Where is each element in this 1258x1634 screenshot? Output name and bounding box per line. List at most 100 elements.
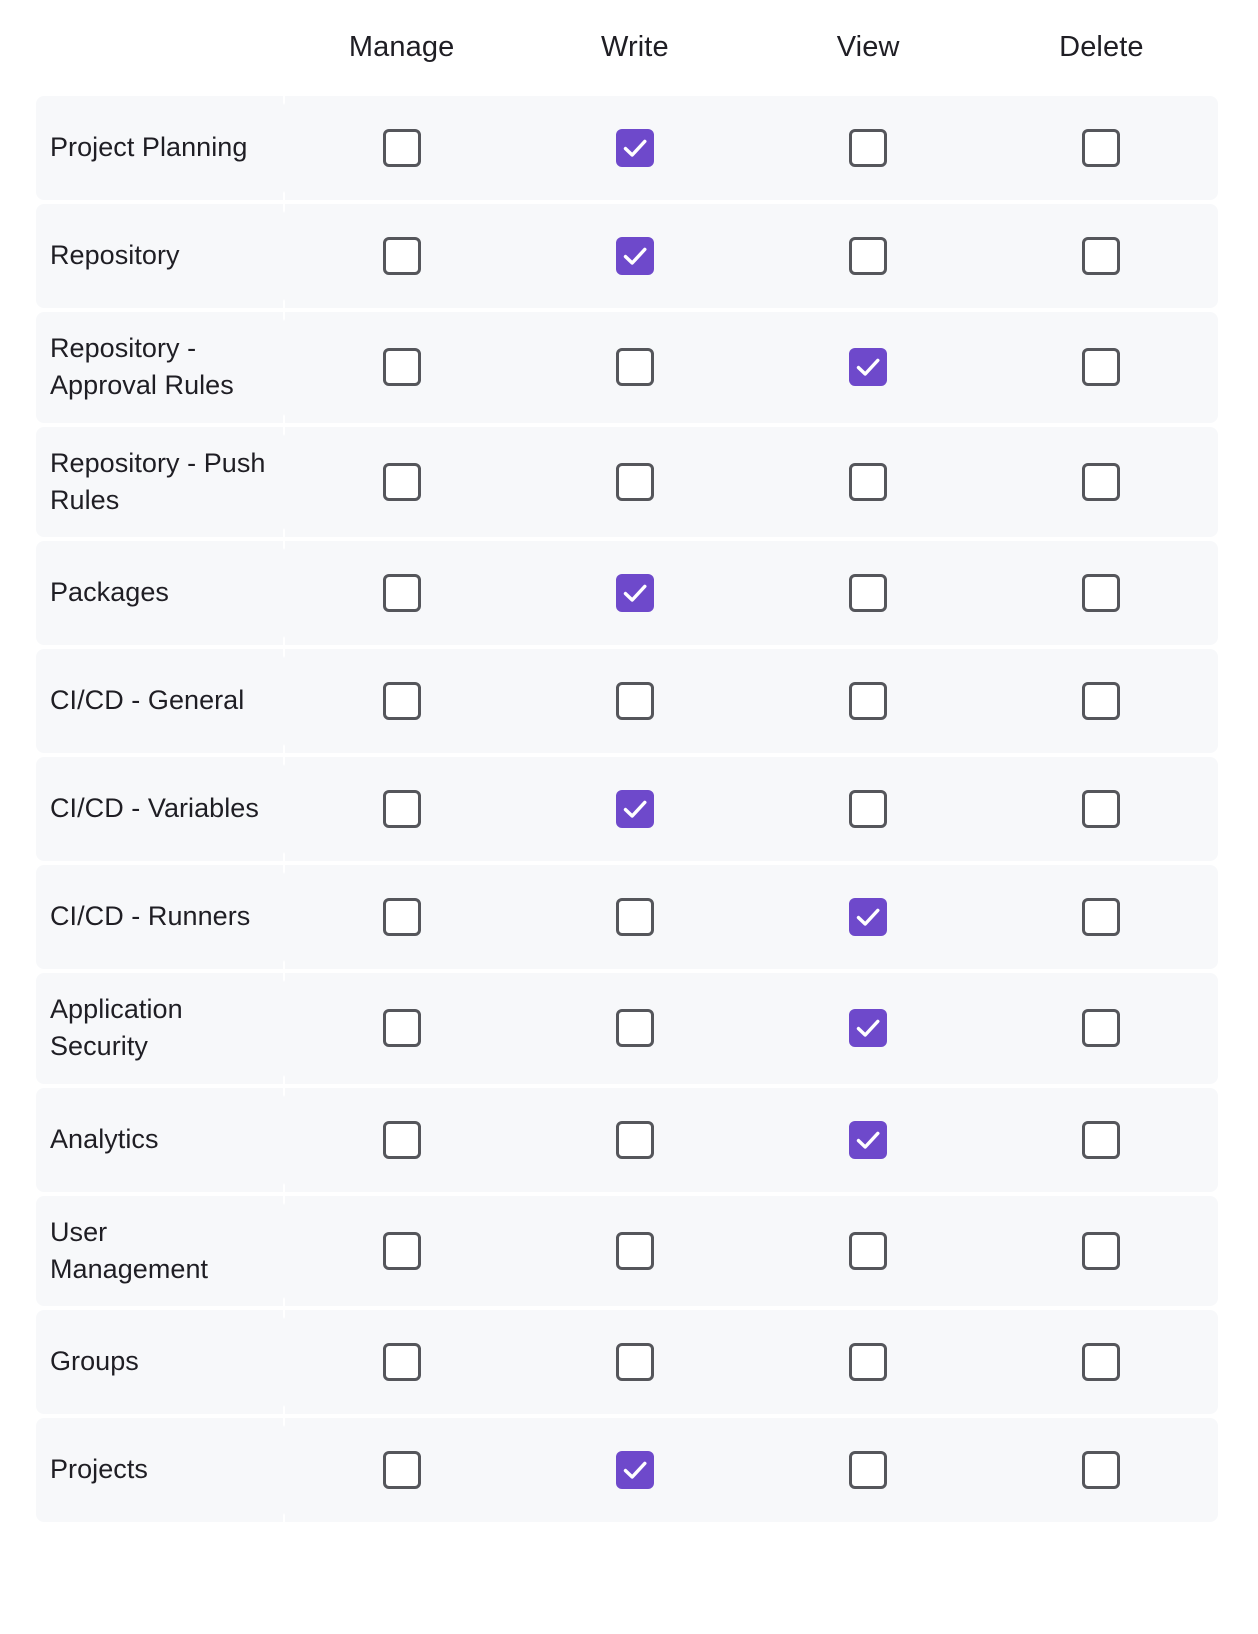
cell-manage — [285, 649, 518, 753]
checkbox-delete[interactable] — [1082, 1009, 1121, 1048]
cell-delete — [985, 757, 1218, 861]
cell-view — [752, 757, 985, 861]
checkbox-manage[interactable] — [382, 237, 421, 275]
checkbox-delete[interactable] — [1082, 1231, 1121, 1270]
cell-view — [752, 1088, 985, 1192]
checkbox-write[interactable] — [615, 1451, 654, 1489]
checkbox-write[interactable] — [615, 790, 654, 828]
cell-view — [752, 96, 985, 200]
checkbox-view[interactable] — [849, 1231, 888, 1270]
table-row: Analytics — [36, 1087, 1218, 1192]
row-label-cell: Application Security — [36, 973, 285, 1084]
matrix-header-row: Manage Write View Delete — [0, 0, 1258, 96]
row-label: Analytics — [50, 1123, 159, 1154]
checkbox-view[interactable] — [849, 1009, 888, 1048]
checkbox-view[interactable] — [849, 462, 888, 501]
checkbox-manage[interactable] — [382, 1120, 421, 1159]
checkbox-delete[interactable] — [1082, 1120, 1121, 1159]
checkbox-write[interactable] — [615, 1120, 654, 1159]
matrix-body: Project Planning Repository Repository - A… — [0, 96, 1258, 1522]
checkbox-write[interactable] — [615, 574, 654, 612]
cell-write — [518, 1196, 751, 1307]
checkbox-delete[interactable] — [1082, 237, 1121, 275]
row-label-cell: Groups — [36, 1310, 285, 1414]
cell-manage — [285, 865, 518, 969]
cell-manage — [285, 1418, 518, 1522]
checkbox-delete[interactable] — [1082, 682, 1121, 720]
checkbox-delete[interactable] — [1082, 1343, 1121, 1381]
cell-delete — [985, 312, 1218, 423]
checkbox-manage[interactable] — [382, 462, 421, 501]
checkbox-view[interactable] — [849, 1343, 888, 1381]
checkbox-manage[interactable] — [382, 1009, 421, 1048]
row-label-cell: Projects — [36, 1418, 285, 1522]
cell-delete — [985, 541, 1218, 645]
cell-delete — [985, 1418, 1218, 1522]
cell-write — [518, 1088, 751, 1192]
row-label-cell: Repository - Push Rules — [36, 426, 285, 538]
checkbox-write[interactable] — [615, 348, 654, 387]
cell-view — [752, 1196, 985, 1307]
checkbox-delete[interactable] — [1082, 129, 1121, 167]
checkbox-write[interactable] — [615, 682, 654, 720]
column-header-delete: Delete — [1059, 31, 1144, 64]
cell-view — [752, 541, 985, 645]
checkbox-manage[interactable] — [382, 1343, 421, 1381]
row-label: Application Security — [50, 994, 183, 1062]
checkbox-view[interactable] — [849, 129, 888, 167]
checkbox-view[interactable] — [849, 348, 888, 387]
cell-write — [518, 1418, 751, 1522]
cell-write — [518, 96, 751, 200]
checkbox-delete[interactable] — [1082, 348, 1121, 387]
checkbox-view[interactable] — [849, 790, 888, 828]
checkbox-write[interactable] — [615, 462, 654, 501]
checkbox-manage[interactable] — [382, 1451, 421, 1489]
checkbox-manage[interactable] — [382, 348, 421, 387]
checkbox-view[interactable] — [849, 898, 888, 936]
checkbox-write[interactable] — [615, 237, 654, 275]
checkbox-delete[interactable] — [1082, 898, 1121, 936]
checkbox-view[interactable] — [849, 682, 888, 720]
row-label-cell: Analytics — [36, 1087, 285, 1192]
checkbox-write[interactable] — [615, 1009, 654, 1048]
cell-view — [752, 312, 985, 423]
table-row: Application Security — [36, 973, 1218, 1084]
checkbox-delete[interactable] — [1082, 574, 1121, 612]
checkbox-manage[interactable] — [382, 574, 421, 612]
cell-view — [752, 1310, 985, 1414]
row-label: User Management — [50, 1216, 209, 1284]
checkbox-write[interactable] — [615, 1231, 654, 1270]
checkbox-manage[interactable] — [382, 682, 421, 720]
checkbox-write[interactable] — [615, 1343, 654, 1381]
table-row: Groups — [36, 1310, 1218, 1414]
checkbox-delete[interactable] — [1082, 790, 1121, 828]
cell-manage — [285, 757, 518, 861]
cell-manage — [285, 96, 518, 200]
cell-view — [752, 427, 985, 538]
checkbox-view[interactable] — [849, 574, 888, 612]
checkbox-delete[interactable] — [1082, 462, 1121, 501]
table-row: Repository - Push Rules — [36, 426, 1218, 538]
checkbox-manage[interactable] — [382, 898, 421, 936]
table-row: Repository - Approval Rules — [36, 312, 1218, 423]
checkbox-write[interactable] — [615, 898, 654, 936]
cell-manage — [285, 427, 518, 538]
checkbox-manage[interactable] — [382, 1231, 421, 1270]
row-label: Repository - Approval Rules — [50, 333, 234, 401]
row-label: Project Planning — [50, 132, 248, 163]
checkbox-delete[interactable] — [1082, 1451, 1121, 1489]
checkbox-view[interactable] — [849, 1451, 888, 1489]
checkbox-manage[interactable] — [382, 790, 421, 828]
checkbox-view[interactable] — [849, 1120, 888, 1159]
checkbox-view[interactable] — [849, 237, 888, 275]
column-header-view: View — [836, 31, 900, 64]
checkbox-manage[interactable] — [382, 129, 421, 167]
table-row: CI/CD - General — [36, 649, 1218, 753]
cell-write — [518, 865, 751, 969]
row-label-cell: CI/CD - General — [36, 649, 285, 753]
row-label-cell: Project Planning — [36, 96, 285, 200]
row-label-cell: Repository — [36, 204, 285, 308]
cell-delete — [985, 1088, 1218, 1192]
cell-delete — [985, 973, 1218, 1084]
checkbox-write[interactable] — [615, 129, 654, 167]
